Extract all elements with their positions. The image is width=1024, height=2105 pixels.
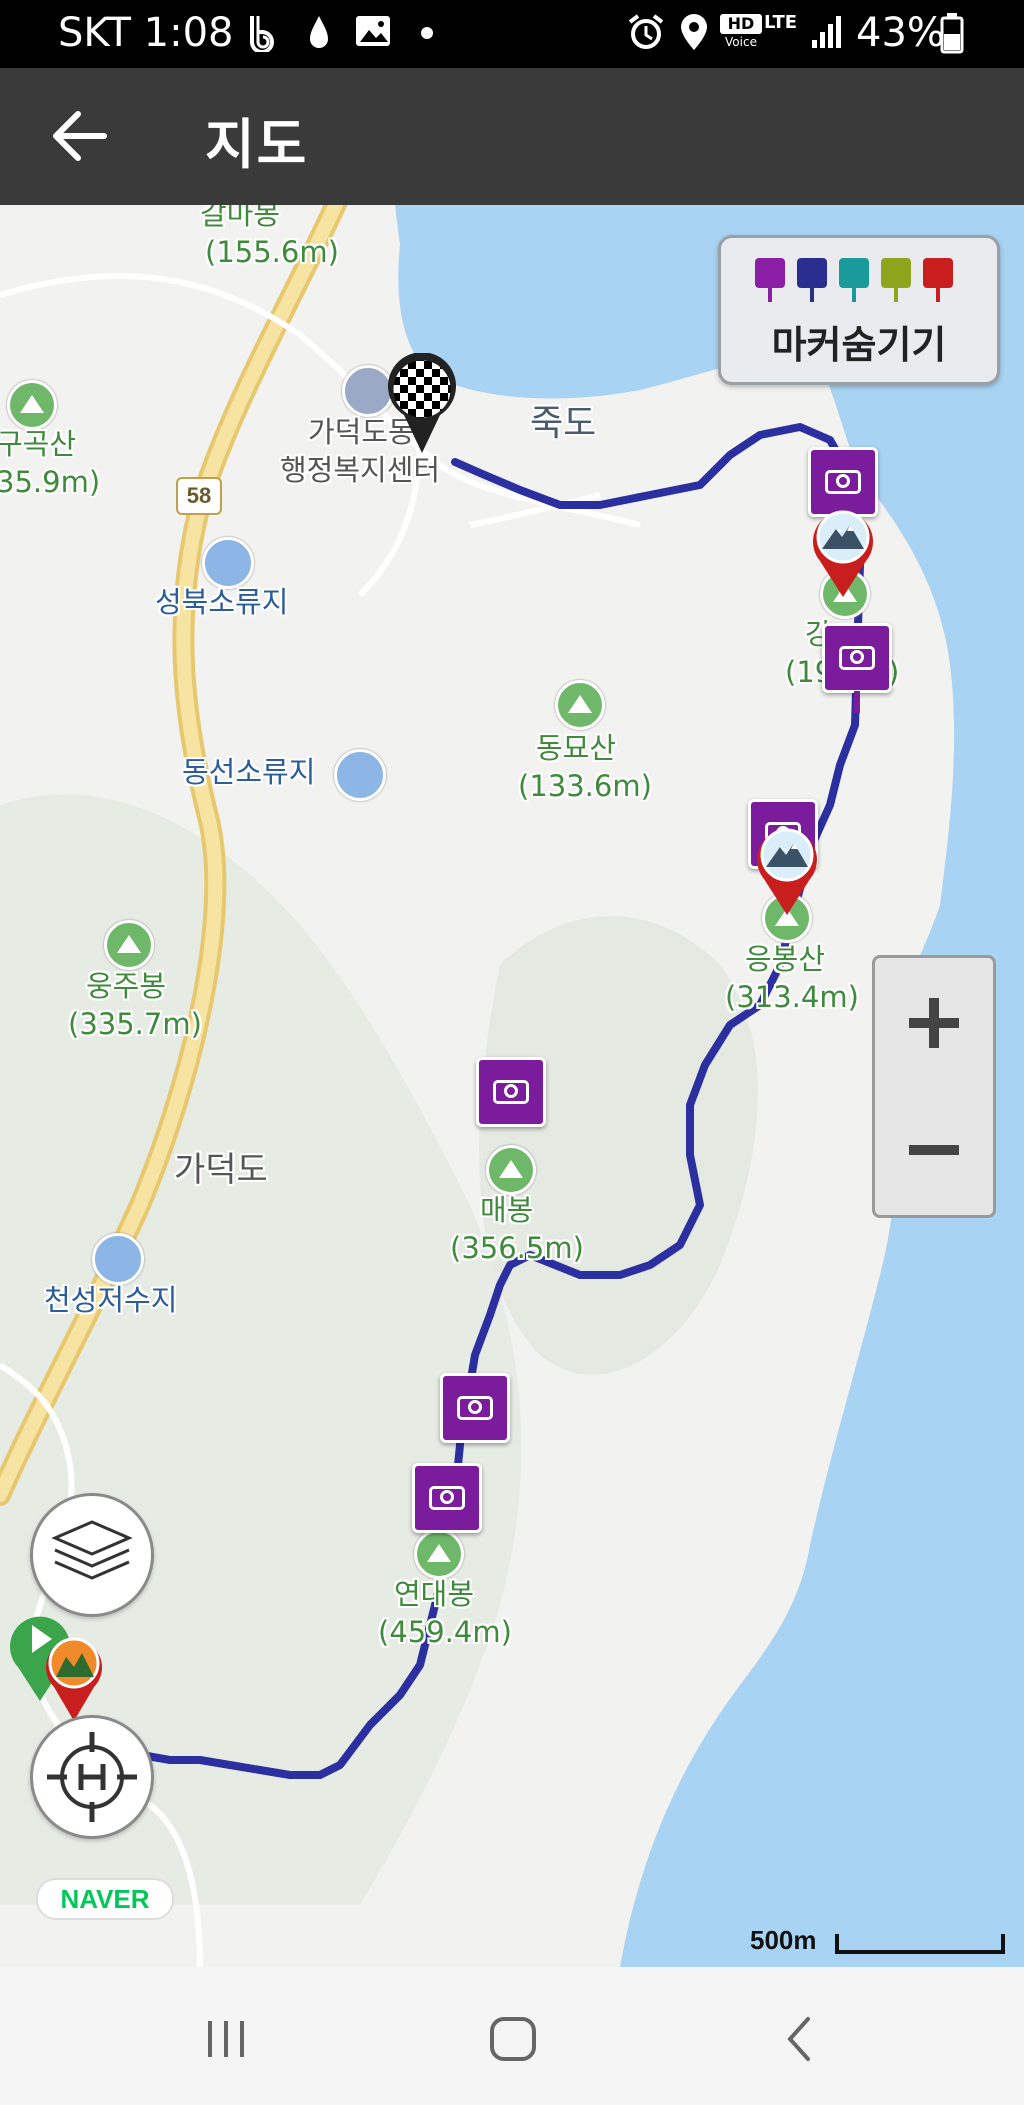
marker-hide-panel[interactable]: 마커숨기기 <box>718 235 1000 385</box>
app-bar: 지도 <box>0 68 1024 205</box>
dot-icon <box>421 27 433 39</box>
place-ungjubong: 웅주봉 <box>86 969 167 1003</box>
photo-marker[interactable] <box>476 1057 546 1127</box>
place-eungbongsan: 응봉산 <box>745 942 826 976</box>
photo-marker[interactable] <box>440 1373 510 1443</box>
place-gugoksan: 구곡산 <box>0 427 77 461</box>
road-58-shield: 58 <box>176 477 222 515</box>
place-dongmyosan: 동묘산 <box>536 731 617 765</box>
place-dongseon-reservoir: 동선소류지 <box>182 755 316 789</box>
naver-logo: NAVER <box>36 1878 174 1920</box>
lte-label: LTE <box>764 12 798 33</box>
mountain-icon <box>7 380 57 430</box>
zoom-out-button[interactable] <box>872 1085 996 1218</box>
mountain-icon <box>486 1145 536 1195</box>
scale-label: 500m <box>750 1925 817 1955</box>
battery-icon <box>940 13 964 54</box>
camera-icon-stick <box>768 288 772 302</box>
place-gadeokdo: 가덕도 <box>174 1150 268 1190</box>
photo-marker-stick <box>854 691 860 713</box>
place-yeondaebong-height: (459.4m) <box>378 1615 512 1649</box>
map-view[interactable]: 갈마봉 (155.6m) 구곡산 35.9m) 가덕도동 행정복지센터 죽도 5… <box>0 205 1024 1967</box>
place-maebong-height: (356.5m) <box>450 1231 584 1265</box>
hd-voice-badge: HD Voice <box>720 14 762 52</box>
photo-marker[interactable] <box>412 1463 482 1533</box>
photo-marker[interactable] <box>822 623 892 693</box>
place-maebong: 매봉 <box>480 1193 534 1227</box>
note-icon <box>881 258 911 288</box>
mountain-icon <box>104 920 154 970</box>
locate-button[interactable] <box>30 1715 154 1839</box>
video-icon-stick <box>810 288 814 302</box>
system-nav-bar <box>0 1967 1024 2105</box>
mountain-icon <box>555 680 605 730</box>
flag-icon-stick <box>936 288 940 302</box>
signal-icon <box>812 16 841 48</box>
alarm-icon <box>628 14 664 49</box>
summit-pin-icon[interactable] <box>808 505 878 599</box>
reservoir-icon <box>92 1233 144 1285</box>
arrow-left-icon[interactable] <box>50 108 108 164</box>
place-seongbuk-reservoir: 성북소류지 <box>155 585 289 619</box>
summit-pin-icon[interactable] <box>752 823 822 917</box>
video-icon <box>797 258 827 288</box>
location-icon <box>681 14 707 50</box>
recent-apps-icon[interactable] <box>204 2017 248 2061</box>
mic-icon-stick <box>852 288 856 302</box>
note-icon-stick <box>894 288 898 302</box>
minus-icon <box>909 1145 959 1155</box>
finish-flag-icon[interactable] <box>384 353 460 457</box>
scale-bar <box>835 1934 1005 1954</box>
marker-hide-label: 마커숨기기 <box>771 323 947 367</box>
back-icon[interactable] <box>780 2015 820 2063</box>
zoom-in-button[interactable] <box>872 955 996 1091</box>
place-cheonseong-reservoir: 천성저수지 <box>44 1283 178 1317</box>
bixby-icon <box>250 16 274 52</box>
reservoir-icon <box>202 537 254 589</box>
place-dongmyosan-height: (133.6m) <box>518 769 652 803</box>
mic-icon <box>839 258 869 288</box>
layers-icon <box>51 1520 133 1580</box>
camera-icon <box>755 258 785 288</box>
mountain-icon <box>414 1529 464 1579</box>
status-bar: SKT 1:08 HD Voice LTE 43% <box>0 0 1024 68</box>
flag-icon <box>923 258 953 288</box>
plus-icon <box>909 998 959 1048</box>
battery-percent: 43% <box>856 10 945 56</box>
start-pin-icon[interactable] <box>4 1605 114 1725</box>
place-gugoksan-height: 35.9m) <box>0 465 101 499</box>
layers-button[interactable] <box>30 1493 154 1617</box>
home-icon[interactable] <box>488 2015 538 2063</box>
place-galmabong: 갈마봉 <box>200 205 281 231</box>
place-ungjubong-height: (335.7m) <box>68 1007 202 1041</box>
place-galmabong-height: (155.6m) <box>205 235 339 269</box>
place-yeondaebong: 연대봉 <box>394 1577 475 1611</box>
reservoir-icon <box>334 749 386 801</box>
place-jukdo: 죽도 <box>530 403 597 444</box>
image-icon <box>356 16 390 46</box>
crosshair-h-icon <box>47 1732 137 1822</box>
place-eungbongsan-height: (313.4m) <box>725 980 859 1014</box>
drop-icon <box>310 16 328 48</box>
carrier-time: SKT 1:08 <box>58 10 234 56</box>
page-title: 지도 <box>205 113 309 176</box>
